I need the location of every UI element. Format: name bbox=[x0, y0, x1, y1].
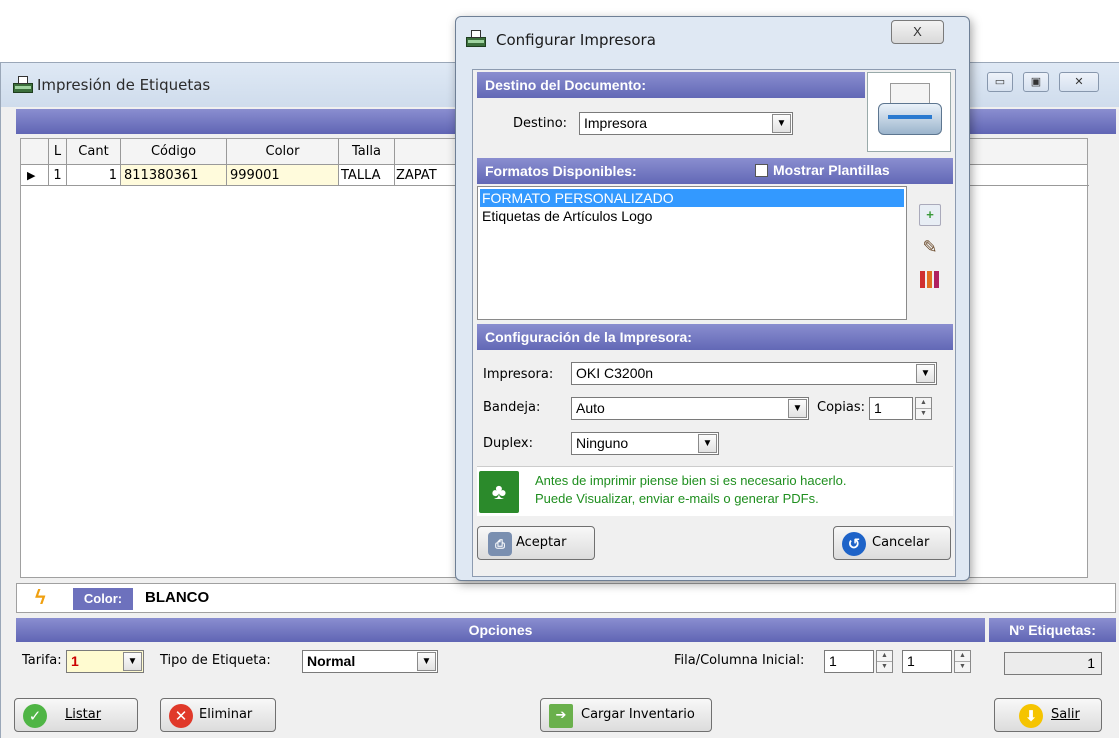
tarifa-select[interactable]: 1 ▼ bbox=[66, 650, 144, 673]
minimize-button[interactable]: ▭ bbox=[987, 72, 1013, 92]
window-title: Impresión de Etiquetas bbox=[37, 76, 211, 94]
config-header: Configuración de la Impresora: bbox=[477, 324, 953, 350]
destino-select[interactable]: Impresora ▼ bbox=[579, 112, 793, 135]
check-icon: ✓ bbox=[23, 704, 47, 728]
color-value: BLANCO bbox=[145, 589, 210, 606]
eco-message: ♣ Antes de imprimir piense bien si es ne… bbox=[477, 466, 953, 516]
eco-tree-icon: ♣ bbox=[479, 471, 519, 513]
formatos-list[interactable]: FORMATO PERSONALIZADO Etiquetas de Artíc… bbox=[477, 186, 907, 320]
eco-text-line2: Puede Visualizar, enviar e-mails o gener… bbox=[535, 491, 819, 506]
bandeja-select[interactable]: Auto ▼ bbox=[571, 397, 809, 420]
col-header-l[interactable]: L bbox=[49, 139, 67, 165]
colors-icon[interactable] bbox=[919, 268, 941, 290]
fila-spinner[interactable]: ▲ ▼ bbox=[876, 650, 893, 673]
columna-value: 1 bbox=[907, 653, 915, 669]
impresora-select[interactable]: OKI C3200n ▼ bbox=[571, 362, 937, 385]
col-header-color[interactable]: Color bbox=[227, 139, 339, 165]
cell-cant[interactable]: 1 bbox=[67, 165, 121, 186]
destino-header: Destino del Documento: bbox=[477, 72, 865, 98]
cell-l[interactable]: 1 bbox=[49, 165, 67, 186]
add-format-icon[interactable]: + bbox=[919, 204, 941, 226]
tipo-etiqueta-select[interactable]: Normal ▼ bbox=[302, 650, 438, 673]
tipo-etiqueta-label: Tipo de Etiqueta: bbox=[160, 653, 271, 668]
load-arrow-icon: ➔ bbox=[549, 704, 573, 728]
row-indicator-icon: ▶ bbox=[21, 165, 49, 186]
duplex-select[interactable]: Ninguno ▼ bbox=[571, 432, 719, 455]
cancelar-button[interactable]: ↺ Cancelar bbox=[833, 526, 951, 560]
tarifa-label: Tarifa: bbox=[22, 653, 62, 668]
printer-icon bbox=[867, 72, 951, 152]
fila-value: 1 bbox=[829, 653, 837, 669]
copias-label: Copias: bbox=[817, 400, 866, 415]
formatos-header-label: Formatos Disponibles: bbox=[485, 163, 637, 179]
maximize-button[interactable]: ▣ bbox=[1023, 72, 1049, 92]
labels-count-header: Nº Etiquetas: bbox=[989, 618, 1116, 642]
cancelar-label: Cancelar bbox=[872, 535, 930, 550]
col-header-indicator bbox=[21, 139, 49, 165]
undo-icon: ↺ bbox=[842, 532, 866, 556]
formato-item[interactable]: Etiquetas de Artículos Logo bbox=[480, 207, 904, 225]
bandeja-value: Auto bbox=[576, 400, 605, 416]
duplex-label: Duplex: bbox=[483, 436, 533, 451]
labels-count-field: 1 bbox=[1004, 652, 1102, 675]
delete-icon: ✕ bbox=[169, 704, 193, 728]
cargar-inventario-button[interactable]: ➔ Cargar Inventario bbox=[540, 698, 712, 732]
destino-label: Destino: bbox=[513, 116, 568, 131]
mostrar-plantillas-checkbox[interactable] bbox=[755, 164, 768, 177]
salir-button[interactable]: ⬇ Salir bbox=[994, 698, 1102, 732]
chevron-down-icon[interactable]: ▼ bbox=[698, 434, 717, 453]
columna-input[interactable]: 1 bbox=[902, 650, 952, 673]
aceptar-label: Aceptar bbox=[516, 535, 567, 550]
columna-spinner[interactable]: ▲ ▼ bbox=[954, 650, 971, 673]
dialog-body: Destino del Documento: Destino: Impresor… bbox=[472, 69, 956, 577]
exit-icon: ⬇ bbox=[1019, 704, 1043, 728]
copias-spinner[interactable]: ▲ ▼ bbox=[915, 397, 932, 420]
tarifa-value: 1 bbox=[71, 653, 79, 669]
fila-columna-label: Fila/Columna Inicial: bbox=[674, 653, 805, 668]
copias-input[interactable]: 1 bbox=[869, 397, 913, 420]
fila-input[interactable]: 1 bbox=[824, 650, 874, 673]
labels-count-value: 1 bbox=[1087, 655, 1095, 671]
edit-brush-icon[interactable]: ✎ bbox=[919, 236, 941, 258]
color-label: Color: bbox=[73, 588, 133, 610]
cell-codigo[interactable]: 811380361 bbox=[121, 165, 227, 186]
cell-talla[interactable]: TALLA bbox=[339, 165, 395, 186]
duplex-value: Ninguno bbox=[576, 435, 629, 451]
printer-small-icon: ⎙ bbox=[488, 532, 512, 556]
eliminar-label: Eliminar bbox=[199, 707, 253, 722]
tipo-etiqueta-value: Normal bbox=[307, 653, 356, 669]
listar-button[interactable]: ✓ Listar bbox=[14, 698, 138, 732]
chevron-down-icon[interactable]: ▼ bbox=[916, 364, 935, 383]
dialog-title: Configurar Impresora bbox=[496, 31, 656, 49]
chevron-down-icon[interactable]: ▼ bbox=[417, 652, 436, 671]
cargar-inventario-label: Cargar Inventario bbox=[581, 707, 695, 722]
impresora-label: Impresora: bbox=[483, 367, 554, 382]
copias-value: 1 bbox=[874, 400, 882, 416]
configurar-impresora-dialog: Configurar Impresora X Destino del Docum… bbox=[455, 16, 970, 581]
eliminar-button[interactable]: ✕ Eliminar bbox=[160, 698, 276, 732]
chevron-down-icon[interactable]: ▼ bbox=[123, 652, 142, 671]
aceptar-button[interactable]: ⎙ Aceptar bbox=[477, 526, 595, 560]
options-header: Opciones bbox=[16, 618, 985, 642]
destino-value: Impresora bbox=[584, 115, 648, 131]
listar-label: Listar bbox=[65, 707, 102, 722]
eco-text-line1: Antes de imprimir piense bien si es nece… bbox=[535, 473, 847, 488]
col-header-talla[interactable]: Talla bbox=[339, 139, 395, 165]
formato-item-selected[interactable]: FORMATO PERSONALIZADO bbox=[480, 189, 904, 207]
close-window-button[interactable]: ✕ bbox=[1059, 72, 1099, 92]
col-header-cant[interactable]: Cant bbox=[67, 139, 121, 165]
salir-label: Salir bbox=[1051, 707, 1080, 722]
chevron-down-icon[interactable]: ▼ bbox=[772, 114, 791, 133]
app-icon bbox=[13, 75, 33, 93]
chevron-down-icon[interactable]: ▼ bbox=[788, 399, 807, 418]
mostrar-plantillas-label: Mostrar Plantillas bbox=[773, 162, 890, 178]
col-header-codigo[interactable]: Código bbox=[121, 139, 227, 165]
cell-color[interactable]: 999001 bbox=[227, 165, 339, 186]
bandeja-label: Bandeja: bbox=[483, 400, 541, 415]
impresora-value: OKI C3200n bbox=[576, 365, 654, 381]
dialog-close-button[interactable]: X bbox=[891, 20, 944, 44]
color-bar: ϟ Color: BLANCO bbox=[16, 583, 1116, 613]
lightning-icon: ϟ bbox=[35, 587, 46, 609]
dialog-app-icon bbox=[466, 29, 486, 47]
